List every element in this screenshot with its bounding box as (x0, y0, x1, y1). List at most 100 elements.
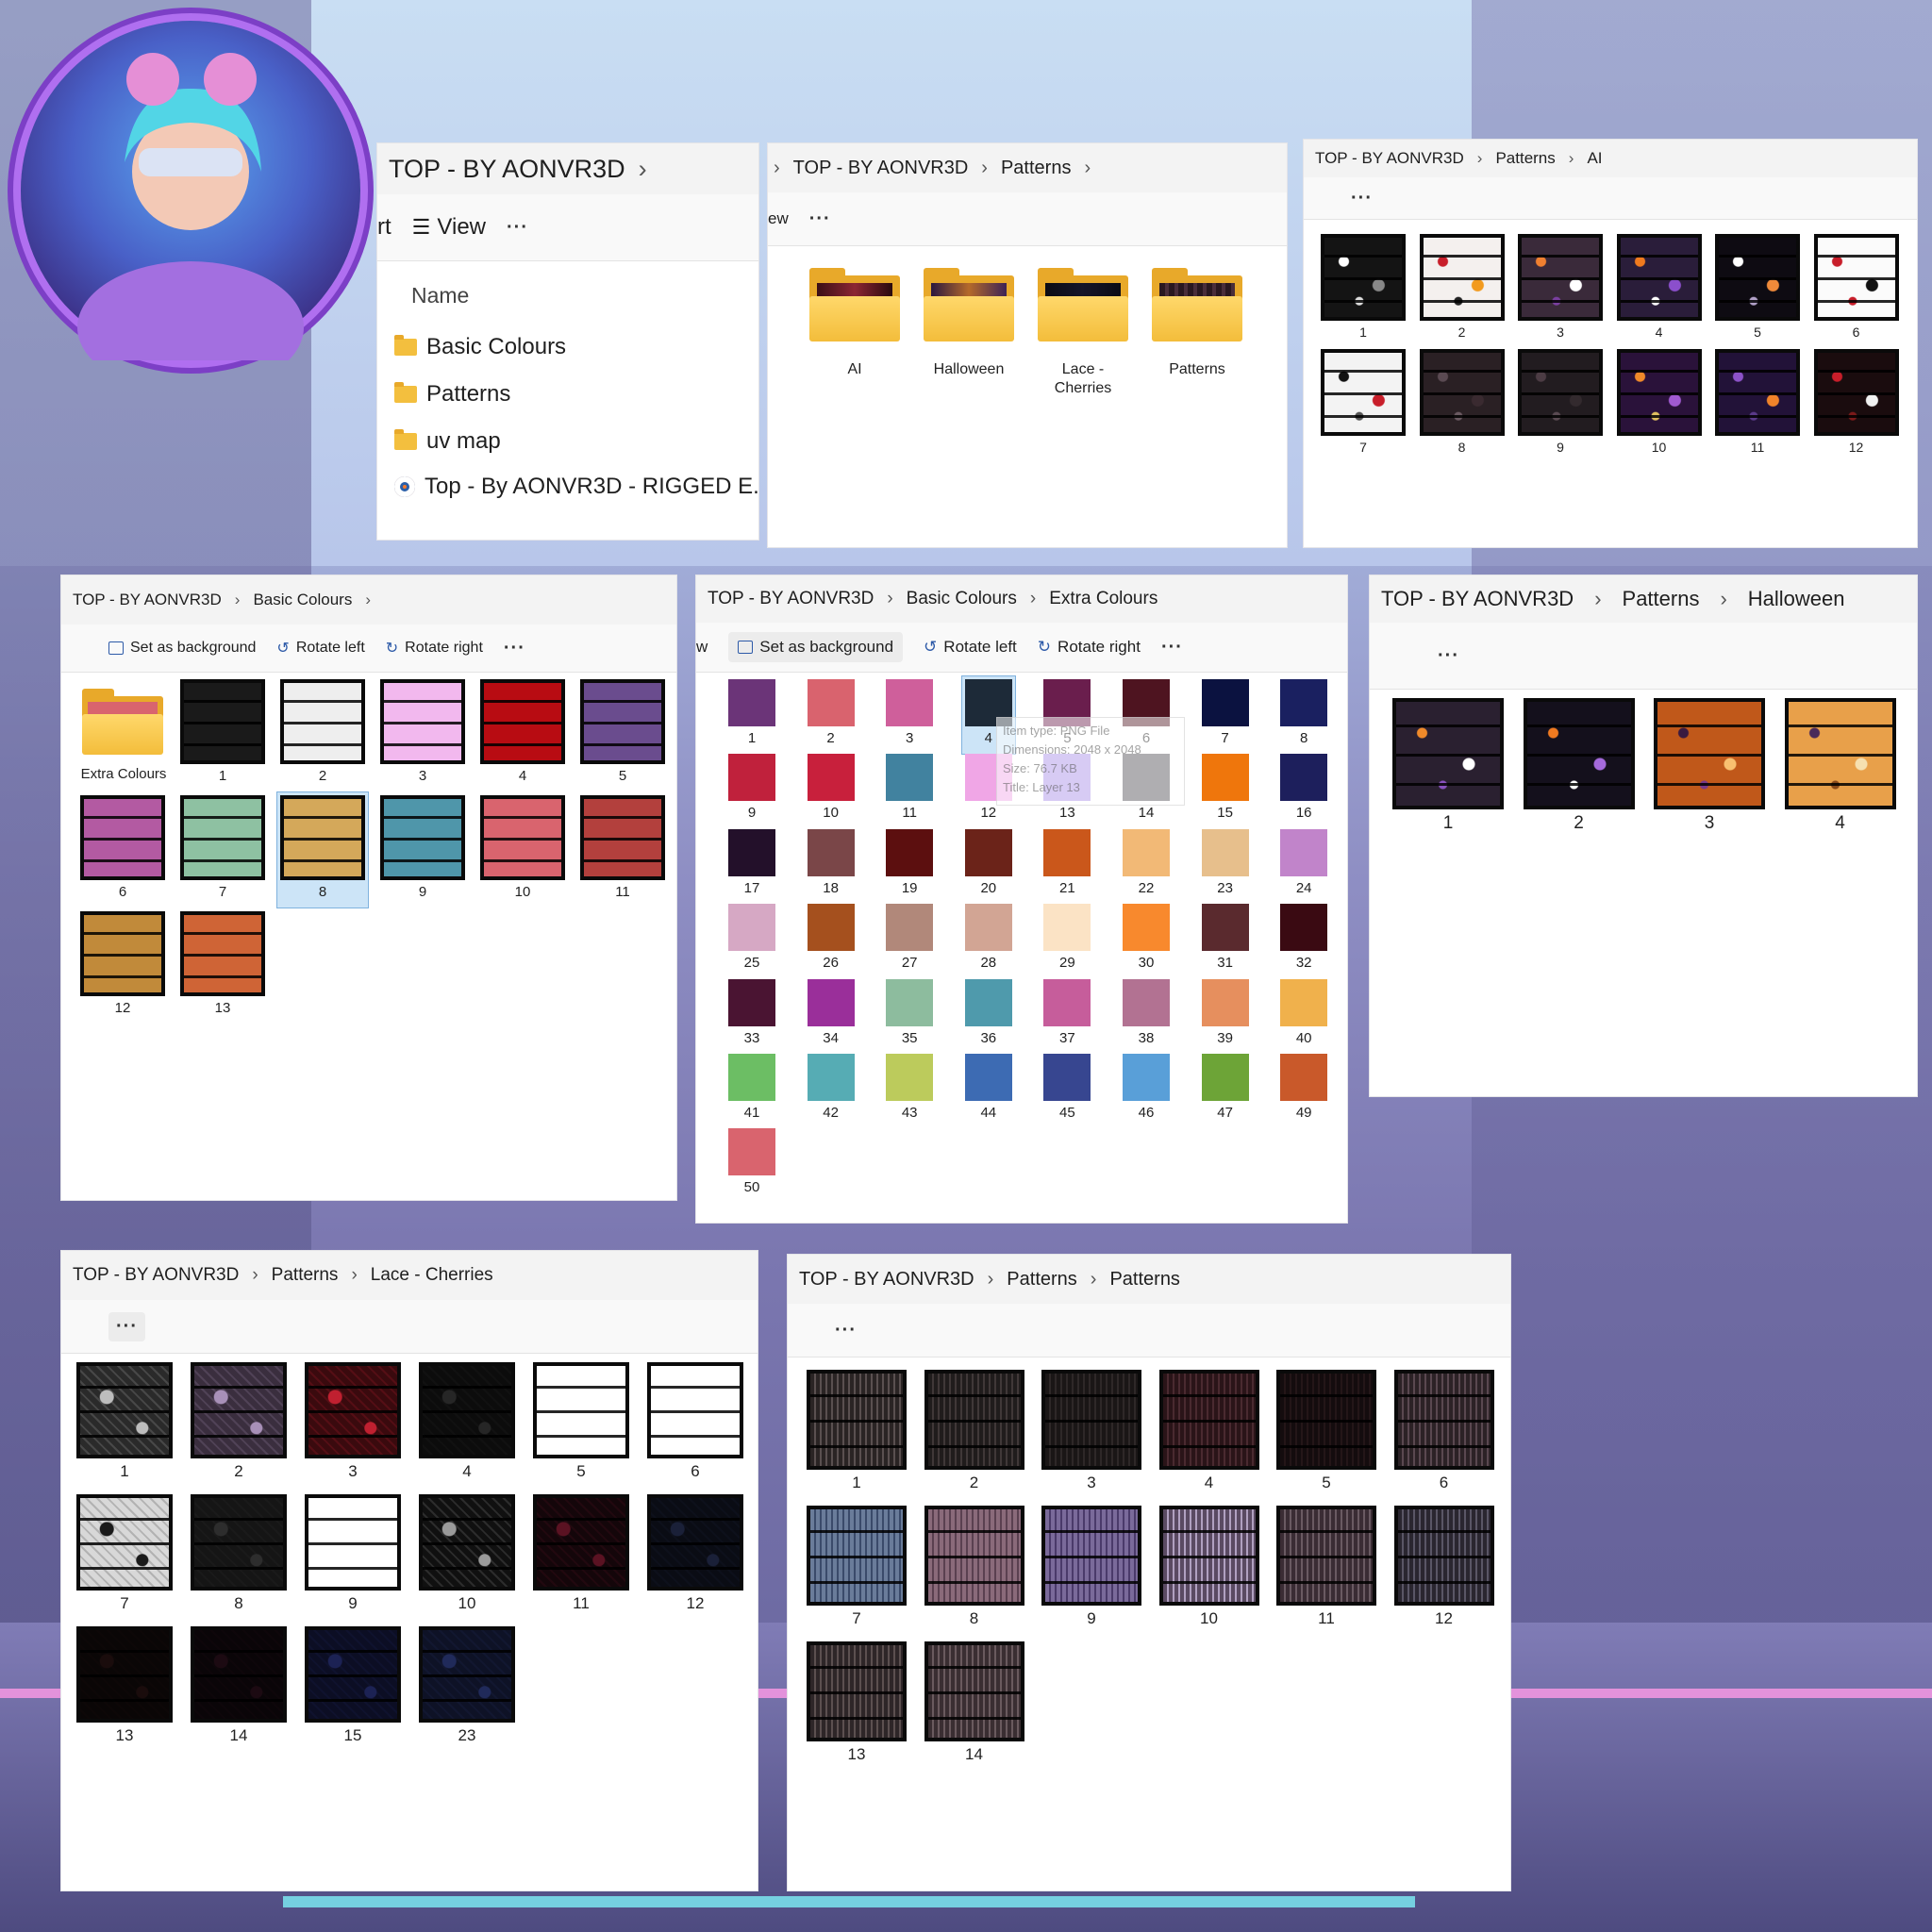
image-thumbnail-tile[interactable]: 6 (80, 795, 165, 907)
image-thumbnail-tile[interactable]: 10 (419, 1494, 515, 1617)
breadcrumb-item[interactable]: Patterns (1495, 149, 1555, 168)
breadcrumb-item[interactable]: TOP - BY AONVR3D (1315, 149, 1464, 168)
view-button[interactable]: ☰ View (412, 214, 486, 241)
breadcrumb-item[interactable]: Patterns (272, 1265, 339, 1286)
image-thumbnail-tile[interactable]: 10 (807, 754, 855, 827)
image-thumbnail-tile[interactable]: 14 (191, 1626, 287, 1749)
image-thumbnail-tile[interactable]: 29 (1043, 904, 1091, 977)
set-as-background-button[interactable]: Set as background (108, 640, 256, 657)
image-thumbnail-tile[interactable]: 9 (305, 1494, 401, 1617)
image-thumbnail-tile[interactable]: 9 (1518, 349, 1603, 462)
image-thumbnail-tile[interactable]: 4 (480, 679, 565, 791)
image-thumbnail-tile[interactable]: 10 (480, 795, 565, 907)
image-thumbnail-tile[interactable]: 34 (807, 978, 855, 1053)
image-thumbnail-tile[interactable]: 36 (964, 978, 1012, 1053)
image-thumbnail-tile[interactable]: 24 (1280, 828, 1328, 903)
image-thumbnail-tile[interactable]: 1 (728, 679, 775, 753)
folder-ai[interactable] (809, 268, 900, 341)
column-header-name[interactable]: Name (411, 283, 469, 308)
breadcrumb-item[interactable]: Basic Colours (253, 591, 352, 609)
image-thumbnail-tile[interactable]: 9 (1041, 1506, 1141, 1632)
image-thumbnail-tile[interactable]: 2 (807, 679, 855, 753)
list-item-patterns[interactable]: Patterns (394, 381, 510, 408)
image-thumbnail-tile[interactable]: 7 (807, 1506, 907, 1632)
image-thumbnail-tile[interactable]: 11 (533, 1494, 629, 1617)
image-thumbnail-tile[interactable]: 15 (1201, 754, 1249, 827)
image-thumbnail-tile[interactable]: 2 (1419, 234, 1505, 347)
rotate-right-button[interactable]: ↻ Rotate right (1038, 638, 1141, 657)
folder-patterns[interactable] (1152, 268, 1242, 341)
breadcrumb-item[interactable]: Extra Colours (1049, 589, 1158, 609)
more-options-button[interactable]: ··· (504, 638, 525, 659)
image-thumbnail-tile[interactable]: 41 (728, 1054, 775, 1127)
image-thumbnail-tile[interactable]: 40 (1280, 978, 1328, 1053)
image-thumbnail-tile[interactable]: 7 (180, 795, 265, 907)
breadcrumb-item[interactable]: TOP - BY AONVR3D (708, 589, 874, 609)
image-thumbnail-tile[interactable]: 10 (1616, 349, 1702, 462)
image-thumbnail-tile[interactable]: 27 (886, 904, 934, 977)
image-thumbnail-tile[interactable]: 50 (728, 1128, 775, 1202)
breadcrumb-item[interactable]: TOP - BY AONVR3D (73, 1265, 239, 1286)
folder-lace-cherries[interactable] (1038, 268, 1128, 341)
image-thumbnail-tile[interactable]: 6 (1813, 234, 1899, 347)
breadcrumb-item[interactable]: Halloween (1748, 587, 1845, 611)
view-button[interactable]: w (696, 638, 708, 657)
image-thumbnail-tile[interactable]: 12 (1393, 1506, 1494, 1632)
set-as-background-button[interactable]: Set as background (728, 632, 904, 662)
image-thumbnail-tile[interactable]: 13 (76, 1626, 173, 1749)
image-thumbnail-tile[interactable]: 19 (886, 828, 934, 903)
more-options-button[interactable]: ··· (809, 208, 831, 230)
rotate-right-button[interactable]: ↻ Rotate right (386, 639, 483, 658)
image-thumbnail-tile[interactable]: 23 (1201, 828, 1249, 903)
image-thumbnail-tile[interactable]: 45 (1043, 1054, 1091, 1127)
folder-extra-colours[interactable] (82, 689, 163, 755)
view-button[interactable]: ew (768, 209, 789, 228)
image-thumbnail-tile[interactable]: 4 (419, 1362, 515, 1485)
image-thumbnail-tile[interactable]: 3 (1518, 234, 1603, 347)
image-thumbnail-tile[interactable]: 17 (728, 828, 775, 903)
image-thumbnail-tile[interactable]: 1 (180, 679, 265, 791)
image-thumbnail-tile[interactable]: 3 (1654, 698, 1765, 836)
image-thumbnail-tile[interactable]: 1 (1392, 698, 1504, 836)
image-thumbnail-tile[interactable]: 14 (924, 1641, 1024, 1768)
breadcrumb-item[interactable]: TOP - BY AONVR3D (799, 1269, 974, 1291)
image-thumbnail-tile[interactable]: 46 (1123, 1054, 1170, 1127)
sort-button[interactable]: rt (377, 214, 391, 241)
image-thumbnail-tile[interactable]: 13 (807, 1641, 907, 1768)
list-item-uv-map[interactable]: uv map (394, 428, 501, 455)
image-thumbnail-tile[interactable]: 5 (1715, 234, 1800, 347)
image-thumbnail-tile[interactable]: 7 (1201, 679, 1249, 753)
breadcrumb-item[interactable]: AI (1587, 149, 1602, 168)
list-item-basic-colours[interactable]: Basic Colours (394, 334, 566, 360)
breadcrumb-item[interactable]: TOP - BY AONVR3D (1381, 587, 1574, 611)
image-thumbnail-tile[interactable]: 37 (1043, 978, 1091, 1053)
more-options-button[interactable]: ··· (507, 217, 528, 239)
image-thumbnail-tile[interactable]: 38 (1123, 978, 1170, 1053)
breadcrumb-item[interactable]: Patterns (1623, 587, 1700, 611)
image-thumbnail-tile[interactable]: 32 (1280, 904, 1328, 977)
image-thumbnail-tile[interactable]: 30 (1123, 904, 1170, 977)
image-thumbnail-tile[interactable]: 12 (1813, 349, 1899, 462)
image-thumbnail-tile[interactable]: 8 (924, 1506, 1024, 1632)
image-thumbnail-tile[interactable]: 5 (1276, 1370, 1376, 1496)
image-thumbnail-tile[interactable]: 47 (1201, 1054, 1249, 1127)
image-thumbnail-tile[interactable]: 28 (964, 904, 1012, 977)
image-thumbnail-tile[interactable]: 13 (180, 911, 265, 1023)
image-thumbnail-tile[interactable]: 42 (807, 1054, 855, 1127)
breadcrumb-item[interactable]: Basic Colours (907, 589, 1017, 609)
breadcrumb-item[interactable]: Patterns (1007, 1269, 1076, 1291)
image-thumbnail-tile[interactable]: 1 (807, 1370, 907, 1496)
image-thumbnail-tile[interactable]: 4 (1158, 1370, 1259, 1496)
image-thumbnail-tile[interactable]: 33 (728, 978, 775, 1053)
more-options-button[interactable]: ··· (835, 1320, 857, 1341)
image-thumbnail-tile[interactable]: 12 (647, 1494, 743, 1617)
image-thumbnail-tile[interactable]: 6 (1393, 1370, 1494, 1496)
list-item-blend-file[interactable]: Top - By AONVR3D - RIGGED E... (394, 474, 758, 500)
image-thumbnail-tile[interactable]: 11 (886, 754, 934, 827)
image-thumbnail-tile[interactable]: 3 (886, 679, 934, 753)
image-thumbnail-tile[interactable]: 7 (1321, 349, 1406, 462)
image-thumbnail-tile[interactable]: 11 (1715, 349, 1800, 462)
image-thumbnail-tile[interactable]: 1 (76, 1362, 173, 1485)
image-thumbnail-tile[interactable]: 26 (807, 904, 855, 977)
image-thumbnail-tile[interactable]: 8 (1280, 679, 1328, 753)
